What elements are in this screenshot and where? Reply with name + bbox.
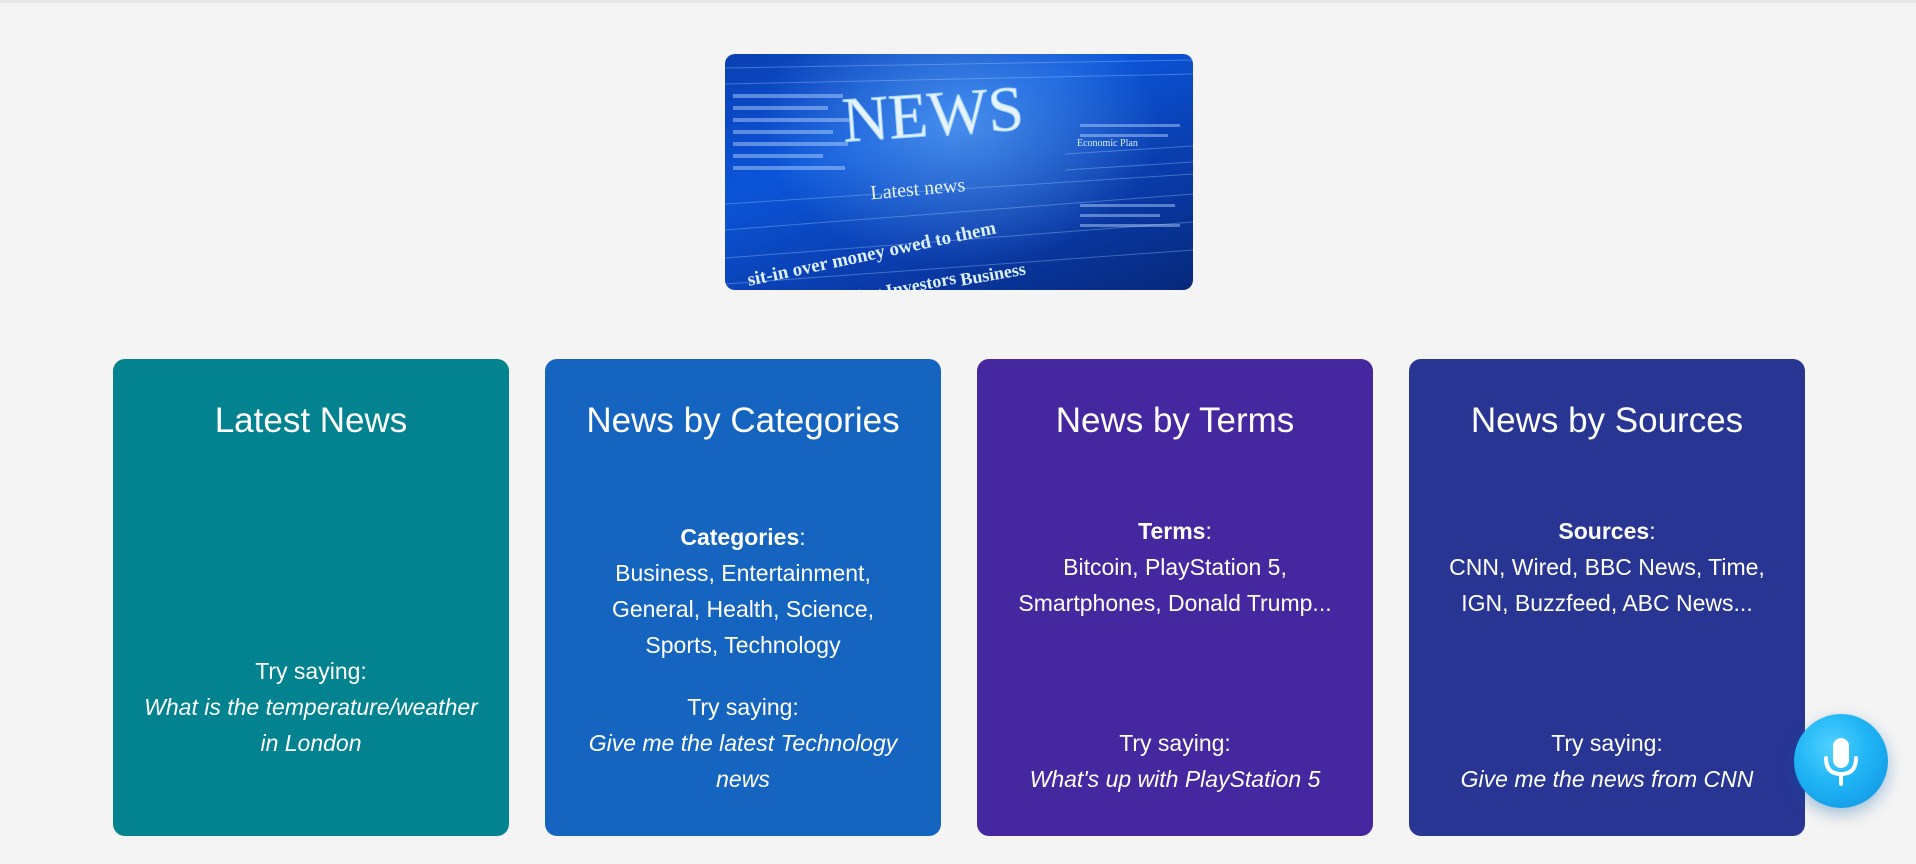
card-title: News by Categories [586,401,900,440]
card-try-saying: Try saying: Give me the latest Technolog… [575,689,911,797]
try-saying-label: Try saying: [687,694,799,720]
card-info: Terms: Bitcoin, PlayStation 5, Smartphon… [1017,513,1333,621]
card-info: Categories: Business, Entertainment, Gen… [585,519,901,663]
card-title: Latest News [214,401,408,440]
logo-subline: Latest news [870,174,967,204]
example-phrase: Give me the news from CNN [1460,766,1754,792]
try-saying-label: Try saying: [255,658,367,684]
info-colon: : [1649,518,1656,544]
card-try-saying: Try saying: What's up with PlayStation 5 [997,725,1353,797]
try-saying-label: Try saying: [1551,730,1663,756]
logo-text-line: Business [959,259,1028,290]
info-colon: : [799,524,806,550]
card-news-by-sources: News by Sources Sources: CNN, Wired, BBC… [1409,359,1805,836]
example-phrase: What's up with PlayStation 5 [1029,766,1321,792]
example-phrase: Give me the latest Technology news [588,730,898,792]
top-divider [0,0,1916,3]
news-logo-art: NEWS Latest news sit-in over money owed … [725,59,1193,290]
microphone-icon [1824,738,1858,786]
card-news-by-terms: News by Terms Terms: Bitcoin, PlayStatio… [977,359,1373,836]
example-phrase: What is the temperature/weather in Londo… [144,694,478,756]
card-try-saying: Try saying: What is the temperature/weat… [143,653,479,761]
info-text: CNN, Wired, BBC News, Time, IGN, Buzzfee… [1449,554,1765,616]
card-title: News by Sources [1470,401,1744,440]
logo-text-line: Economic Plan [1077,138,1138,149]
card-latest-news: Latest News Try saying: What is the temp… [113,359,509,836]
info-label: Sources [1558,518,1650,544]
card-info: Sources: CNN, Wired, BBC News, Time, IGN… [1449,513,1765,621]
info-colon: : [1205,518,1212,544]
logo-headline: NEWS [840,72,1026,155]
card-try-saying: Try saying: Give me the news from CNN [1429,725,1785,797]
info-label: Terms [1138,518,1206,544]
card-title: News by Terms [1055,401,1295,440]
try-saying-label: Try saying: [1119,730,1231,756]
microphone-button[interactable] [1794,714,1888,808]
feature-cards: Latest News Try saying: What is the temp… [113,359,1805,836]
info-text: Business, Entertainment, General, Health… [611,560,875,658]
info-label: Categories [680,524,800,550]
info-text: Bitcoin, PlayStation 5, Smartphones, Don… [1018,554,1332,616]
card-news-by-categories: News by Categories Categories: Business,… [545,359,941,836]
news-logo-image: NEWS Latest news sit-in over money owed … [725,54,1193,290]
